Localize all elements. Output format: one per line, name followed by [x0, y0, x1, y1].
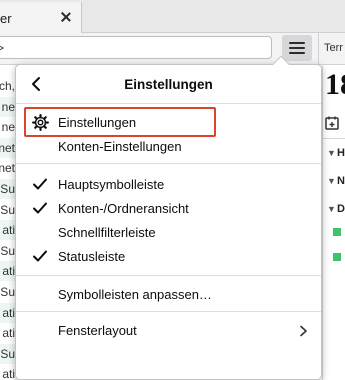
- list-item[interactable]: t Su: [0, 282, 15, 302]
- list-item-text: Su: [0, 346, 15, 361]
- list-item[interactable]: t Su: [0, 200, 15, 220]
- menu-item-label: Schnellfilterleiste: [58, 225, 156, 240]
- menu-item-konten-einstellungen[interactable]: Konten-Einstellungen: [16, 135, 321, 159]
- list-item[interactable]: Su: [0, 241, 15, 261]
- list-item[interactable]: ati: [0, 220, 15, 241]
- menu-divider: [16, 103, 321, 104]
- checkmark-icon: [33, 250, 47, 262]
- list-item[interactable]: ch,: [0, 76, 15, 96]
- toolbar-divider: [318, 33, 319, 65]
- today-date: 18: [325, 68, 345, 101]
- list-item-text: ati: [2, 367, 15, 380]
- app-menu-button[interactable]: [282, 35, 312, 61]
- menu-item-hauptsymbolleiste[interactable]: Hauptsymbolleiste: [16, 173, 321, 197]
- section-letter: N: [337, 175, 345, 187]
- list-item-text: net: [0, 161, 15, 176]
- today-pane: 18 ▼ H ▼ N ▼ D: [322, 66, 345, 380]
- main-toolbar: > Terr: [0, 33, 345, 65]
- list-item[interactable]: ati: [0, 364, 15, 380]
- list-item-text: ne: [1, 99, 15, 114]
- menu-item-label: Einstellungen: [58, 115, 137, 130]
- list-item-text: t Su: [0, 182, 15, 196]
- expand-triangle-icon[interactable]: ▼: [327, 176, 336, 186]
- menu-item-label: Statusleiste: [58, 249, 126, 264]
- toolbar-right-label: Terr: [324, 42, 343, 54]
- expand-triangle-icon[interactable]: ▼: [327, 148, 336, 158]
- checkmark-icon: [33, 178, 47, 190]
- menu-divider: [16, 163, 321, 164]
- menu-item-label: Hauptsymbolleiste: [58, 177, 165, 192]
- menu-divider: [16, 275, 321, 276]
- gear-icon: [32, 114, 49, 131]
- menu-item-konten-ordneransicht[interactable]: Konten-/Ordneransicht: [16, 197, 321, 221]
- menu-item-label: Konten-Einstellungen: [58, 139, 182, 154]
- list-item-text: ch,: [0, 79, 15, 93]
- tab-title: er: [0, 11, 12, 26]
- menu-item-label: Konten-/Ordneransicht: [58, 201, 189, 216]
- menu-item-einstellungen[interactable]: Einstellungen: [16, 111, 321, 135]
- list-item-text: net: [0, 140, 15, 155]
- list-item-text: ati: [2, 326, 15, 341]
- section-letter: H: [337, 147, 345, 159]
- menu-item-statusleiste[interactable]: Statusleiste: [16, 245, 321, 269]
- new-event-icon[interactable]: [325, 116, 341, 130]
- message-list: ch, ne ne net net t Su t Su ati Su ati t Su ati ati S…: [0, 66, 15, 380]
- menu-item-label: Fensterlayout: [58, 323, 137, 338]
- section-letter: D: [337, 203, 345, 215]
- close-icon[interactable]: [60, 11, 72, 23]
- list-item[interactable]: ne: [0, 117, 15, 137]
- list-item-text: Su: [0, 243, 15, 258]
- panel-divider: [323, 138, 345, 139]
- list-item-text: t Su: [0, 202, 15, 217]
- search-input[interactable]: >: [0, 36, 272, 59]
- menu-item-schnellfilterleiste[interactable]: Schnellfilterleiste: [16, 221, 321, 245]
- list-item[interactable]: ati: [0, 261, 15, 282]
- list-item-text: t Su: [0, 285, 15, 299]
- tab[interactable]: er: [0, 2, 82, 33]
- event-color-swatch: [333, 228, 341, 236]
- tab-bar: er: [0, 0, 345, 33]
- menu-item-fensterlayout[interactable]: Fensterlayout: [16, 319, 321, 343]
- menu-item-symbolleisten-anpassen[interactable]: Symbolleisten anpassen…: [16, 283, 321, 307]
- menu-divider: [16, 311, 321, 312]
- checkmark-icon: [33, 202, 47, 214]
- list-item[interactable]: Su: [0, 343, 15, 364]
- event-color-swatch: [333, 253, 341, 261]
- list-item-text: ati: [2, 305, 15, 320]
- list-item-text: ne: [1, 120, 15, 135]
- hamburger-icon: [289, 42, 305, 54]
- menu-title: Einstellungen: [124, 77, 213, 92]
- list-item[interactable]: ati: [0, 302, 15, 323]
- list-item-text: ati: [2, 264, 15, 279]
- list-item[interactable]: net: [0, 137, 15, 158]
- expand-triangle-icon[interactable]: ▼: [327, 204, 336, 214]
- chevron-right-icon: [300, 325, 307, 337]
- menu-header: Einstellungen: [16, 65, 321, 103]
- list-item[interactable]: ne: [0, 96, 15, 117]
- menu-item-label: Symbolleisten anpassen…: [58, 287, 212, 302]
- list-item-text: ati: [2, 223, 15, 238]
- list-item[interactable]: ati: [0, 323, 15, 343]
- settings-menu-panel: Einstellungen Einstellungen Konten-Einst…: [15, 64, 322, 380]
- address-arrow: >: [0, 41, 5, 55]
- list-item[interactable]: net: [0, 158, 15, 178]
- list-item[interactable]: t Su: [0, 179, 15, 199]
